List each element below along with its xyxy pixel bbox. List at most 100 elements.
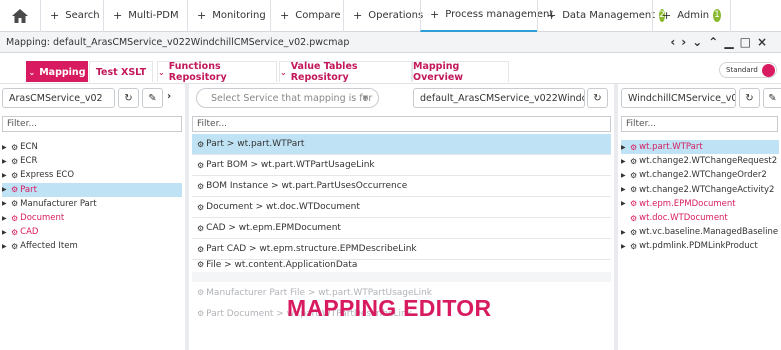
plus-icon: +	[280, 9, 290, 22]
mapping-row[interactable]: ⚙ Document > wt.doc.WTDocument	[192, 197, 611, 218]
chevron-right-icon[interactable]: ›	[681, 35, 692, 49]
refresh-button[interactable]: ↻	[587, 88, 608, 108]
tab-functions-repository[interactable]: ⌄ Functions Repository	[157, 61, 277, 83]
gear-icon: ⚙	[11, 199, 19, 209]
top-navigation: + Search + Multi-PDM + Monitoring + Compare …	[0, 0, 781, 32]
expand-arrow-icon[interactable]: ▶	[2, 186, 10, 193]
mapping-row[interactable]: ⚙ Part CAD > wt.epm.structure.EPMDescribe…	[192, 239, 611, 260]
chevron-up-icon[interactable]: ⌃	[708, 35, 724, 49]
gear-icon: ⚙	[630, 241, 638, 251]
home-button[interactable]	[0, 0, 40, 32]
window-controls: ‹›⌄⌃▁□×	[670, 35, 773, 49]
tree-item[interactable]: ▶ ⚙ wt.epm.EPMDocument	[621, 197, 779, 211]
tab-mapping[interactable]: ⌄ Mapping	[26, 61, 88, 82]
expand-arrow-icon[interactable]: ▶	[621, 243, 629, 250]
tree-item[interactable]: ▶ ⚙ wt.change2.WTChangeActivity2	[621, 183, 779, 197]
expand-arrow-icon[interactable]: ▶	[2, 229, 10, 236]
tree-item[interactable]: ▶ ⚙ Document	[2, 211, 182, 225]
expand-arrow-icon[interactable]: ▶	[621, 200, 629, 207]
gear-icon: ⚙	[11, 142, 19, 152]
gear-icon: ⚙	[630, 170, 638, 180]
expand-arrow-icon[interactable]: ▶	[621, 172, 629, 179]
tree-item[interactable]: ▶ ⚙ Manufacturer Part	[2, 197, 182, 211]
chevron-down-icon: ⌄	[28, 67, 36, 77]
tree-item[interactable]: ▶ ⚙ wt.change2.WTChangeOrder2	[621, 168, 779, 182]
tree-item-selected[interactable]: ▶ ⚙ Part	[2, 182, 182, 197]
chevron-down-icon[interactable]: ⌄	[692, 35, 708, 49]
service-select[interactable]: Select Service that mapping is for ▼	[196, 88, 379, 108]
edit-icon: ✎	[768, 92, 777, 104]
refresh-button[interactable]: ↻	[739, 88, 760, 108]
target-filter-input[interactable]: Filter...	[621, 116, 778, 132]
gear-icon: ⚙	[197, 260, 205, 269]
tab-test-xslt[interactable]: Test XSLT	[89, 61, 153, 82]
plus-icon: +	[547, 9, 557, 22]
nav-admin[interactable]: + Admin 1	[652, 0, 731, 32]
tab-value-tables-repository[interactable]: ⌄ Value Tables Repository	[279, 61, 412, 83]
plus-icon: +	[50, 9, 60, 22]
nav-monitoring[interactable]: + Monitoring	[187, 0, 270, 32]
gear-icon: ⚙	[197, 202, 205, 212]
nav-compare[interactable]: + Compare	[270, 0, 343, 32]
gear-icon: ⚙	[630, 213, 638, 223]
expand-arrow-icon[interactable]: ▶	[621, 229, 629, 236]
nav-process-management[interactable]: + Process management	[420, 0, 553, 32]
tab-mapping-overview[interactable]: Mapping Overview	[412, 61, 509, 83]
expand-arrow-icon[interactable]: ▶	[2, 172, 10, 179]
gears-icon: ⚙	[197, 244, 205, 254]
edit-button[interactable]: ✎	[142, 88, 163, 108]
maximize-icon[interactable]: □	[740, 35, 757, 49]
close-icon[interactable]: ×	[757, 35, 773, 49]
tree-item[interactable]: ▶ ⚙ Affected Item	[2, 239, 182, 253]
expand-arrow-icon[interactable]: ▶	[621, 186, 629, 193]
source-service-select[interactable]: ArasCMService_v02	[2, 88, 115, 108]
tree-item[interactable]: ▶ ⚙ wt.vc.baseline.ManagedBaseline	[621, 225, 779, 239]
expand-arrow-icon[interactable]: ▶	[2, 215, 10, 222]
nav-data-management[interactable]: + Data Management 2	[537, 0, 665, 32]
nav-multi-pdm[interactable]: + Multi-PDM	[103, 0, 187, 32]
tree-item[interactable]: ▶ ⚙ wt.change2.WTChangeRequest2	[621, 154, 779, 168]
nav-operations[interactable]: + Operations	[343, 0, 423, 32]
target-service-panel: WindchillCMService_v02 ↻ ✎ Filter... ▶ ⚙ w…	[618, 84, 781, 350]
target-service-select[interactable]: WindchillCMService_v02	[621, 88, 736, 108]
tree-item[interactable]: ▶ ⚙ CAD	[2, 225, 182, 239]
tree-item-selected[interactable]: ▶ ⚙ wt.part.WTPart	[621, 140, 779, 155]
refresh-button[interactable]: ↻	[118, 88, 139, 108]
gear-icon: ⚙	[630, 156, 638, 166]
chevron-right-icon[interactable]: ›	[167, 91, 171, 102]
mapping-filter-input[interactable]: Filter...	[192, 116, 611, 132]
mapping-row[interactable]: ⚙ BOM Instance > wt.part.PartUsesOccurren…	[192, 176, 611, 197]
gears-icon: ⚙	[197, 160, 205, 170]
gear-icon: ⚙	[11, 227, 19, 237]
mapping-row[interactable]: ⚙ File > wt.content.ApplicationData	[192, 260, 611, 272]
tree-item[interactable]: ▶ ⚙ ECR	[2, 154, 182, 168]
caret-down-icon: ▼	[362, 94, 368, 102]
expand-arrow-icon[interactable]: ▶	[621, 158, 629, 165]
gears-icon: ⚙	[197, 288, 205, 297]
plus-icon: +	[113, 9, 123, 22]
expand-arrow-icon[interactable]: ▶	[621, 144, 629, 151]
nav-search[interactable]: + Search	[40, 0, 103, 32]
edit-button[interactable]: ✎	[763, 88, 781, 108]
expand-arrow-icon[interactable]: ▶	[2, 144, 10, 151]
tree-item[interactable]: ▶ ⚙ ECN	[2, 140, 182, 154]
minimize-icon[interactable]: ▁	[724, 35, 739, 49]
expand-arrow-icon[interactable]: ▶	[2, 243, 10, 250]
chevron-left-icon[interactable]: ‹	[670, 35, 681, 49]
tree-item[interactable]: ⚙ wt.doc.WTDocument	[621, 211, 779, 225]
mapping-name-field[interactable]: default_ArasCMService_v022Windchi	[413, 88, 585, 108]
mapping-row[interactable]: ⚙ Part BOM > wt.part.WTPartUsageLink	[192, 155, 611, 176]
chevron-down-icon: ⌄	[158, 67, 165, 77]
plus-icon: +	[353, 9, 363, 22]
tree-item[interactable]: ▶ ⚙ wt.pdmlink.PDMLinkProduct	[621, 239, 779, 253]
gear-icon: ⚙	[11, 185, 19, 195]
mapping-row[interactable]: ⚙ CAD > wt.epm.EPMDocument	[192, 218, 611, 239]
standard-toggle[interactable]: Standard	[719, 62, 777, 78]
mapping-row-selected[interactable]: ⚙ Part > wt.part.WTPart	[192, 134, 611, 155]
source-filter-input[interactable]: Filter...	[2, 116, 182, 132]
notification-badge: 1	[713, 9, 721, 22]
tree-item[interactable]: ▶ ⚙ Express ECO	[2, 168, 182, 182]
expand-arrow-icon[interactable]: ▶	[2, 158, 10, 165]
refresh-icon: ↻	[593, 92, 602, 104]
expand-arrow-icon[interactable]: ▶	[2, 200, 10, 207]
